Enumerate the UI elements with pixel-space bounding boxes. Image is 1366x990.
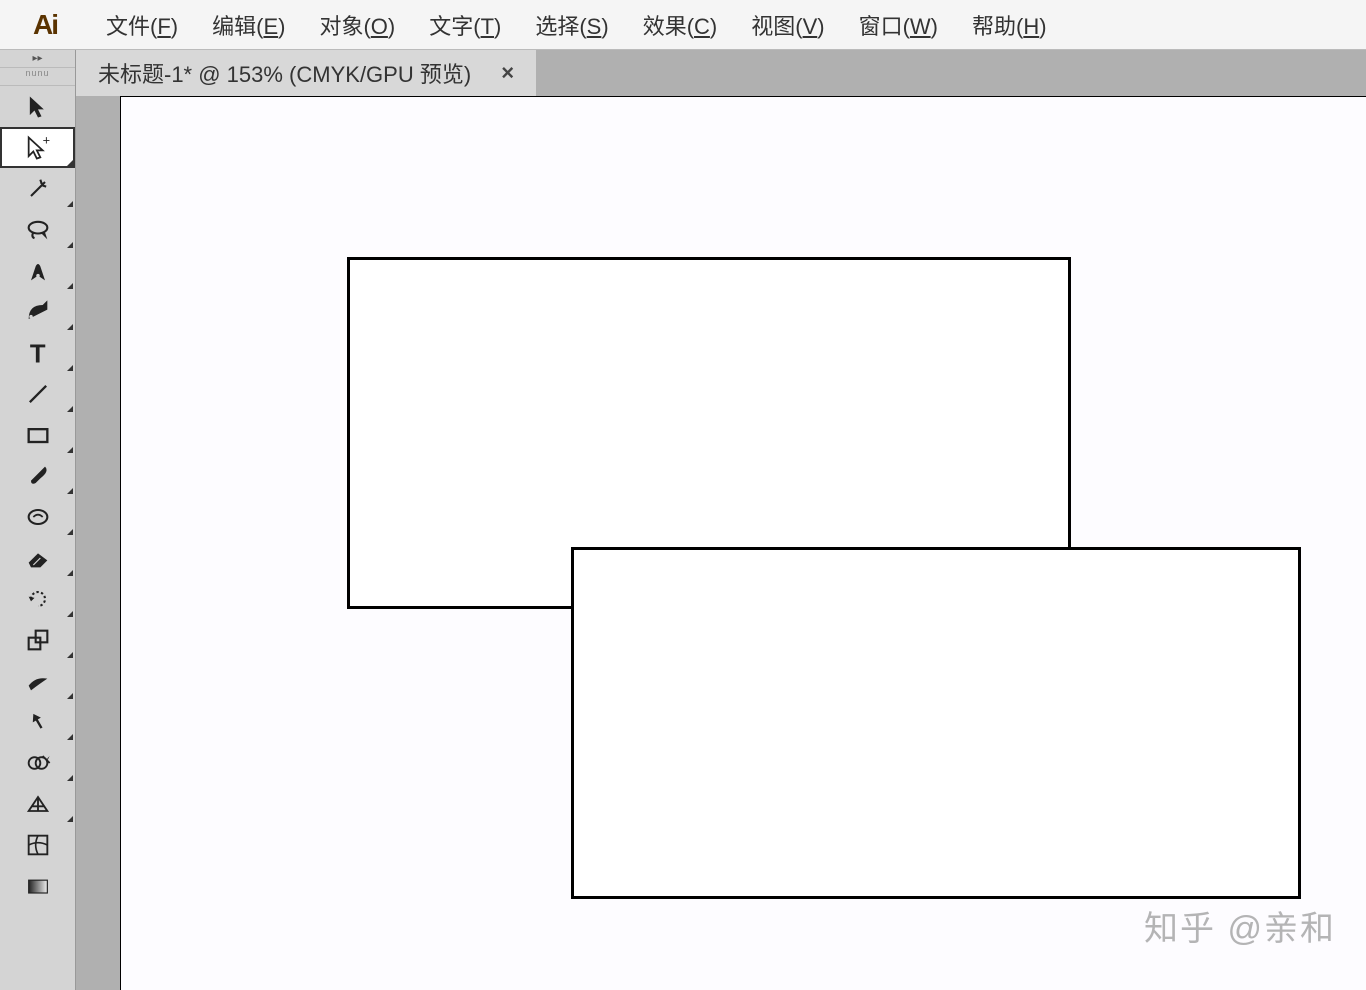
line-icon [24,380,52,408]
menu-file[interactable]: 文件(F) [106,9,178,41]
menu-effect[interactable]: 效果(C) [643,9,718,41]
shaper-tool[interactable] [0,496,75,537]
magic-wand-tool[interactable] [0,168,75,209]
document-tab-bar: 未标题-1* @ 153% (CMYK/GPU 预览) × [76,50,1366,96]
rectangle-icon [24,421,52,449]
brush-icon [24,462,52,490]
rectangle-tool[interactable] [0,414,75,455]
eraser-tool[interactable] [0,537,75,578]
toolbox-panel: ▸▸ nunu + T [0,50,76,990]
watermark-text: 知乎 @亲和 [1144,901,1336,950]
perspective-icon [24,790,52,818]
direct-select-icon: + [24,134,52,162]
eraser-icon [24,544,52,572]
menu-items: 文件(F) 编辑(E) 对象(O) 文字(T) 选择(S) 效果(C) 视图(V… [90,9,1047,41]
scale-tool[interactable] [0,619,75,660]
line-segment-tool[interactable] [0,373,75,414]
dock-toggle-icon[interactable]: ▸▸ [0,50,75,68]
pen-tool[interactable] [0,250,75,291]
shaper-icon [24,503,52,531]
artboard[interactable]: 知乎 @亲和 [120,96,1366,990]
pen-icon [24,257,52,285]
lasso-tool[interactable] [0,209,75,250]
shape-builder-icon [24,749,52,777]
menu-object[interactable]: 对象(O) [319,9,395,41]
menu-select[interactable]: 选择(S) [535,9,608,41]
width-tool[interactable] [0,660,75,701]
svg-text:+: + [42,134,50,148]
toolbox-strip-label: nunu [0,68,75,86]
svg-text:T: T [29,340,45,367]
selection-tool[interactable] [0,86,75,127]
paintbrush-tool[interactable] [0,455,75,496]
curvature-tool[interactable] [0,291,75,332]
canvas-viewport[interactable]: 知乎 @亲和 [76,96,1366,990]
menu-help[interactable]: 帮助(H) [972,9,1047,41]
menu-view[interactable]: 视图(V) [751,9,824,41]
menu-edit[interactable]: 编辑(E) [212,9,285,41]
perspective-grid-tool[interactable] [0,783,75,824]
type-icon: T [24,339,52,367]
type-tool[interactable]: T [0,332,75,373]
scale-icon [24,626,52,654]
gradient-tool[interactable] [0,865,75,906]
cursor-icon [24,93,52,121]
document-tab[interactable]: 未标题-1* @ 153% (CMYK/GPU 预览) × [76,50,536,96]
app-logo-icon: Ai [0,9,90,41]
rotate-tool[interactable] [0,578,75,619]
mesh-icon [24,831,52,859]
gradient-icon [24,872,52,900]
lasso-icon [24,216,52,244]
menu-type[interactable]: 文字(T) [429,9,501,41]
rectangle-shape-2[interactable] [571,547,1301,899]
curvature-icon [24,298,52,326]
mesh-tool[interactable] [0,824,75,865]
direct-selection-tool[interactable]: + [0,127,75,168]
pin-icon [24,708,52,736]
document-tab-title: 未标题-1* @ 153% (CMYK/GPU 预览) [98,57,471,89]
close-tab-icon[interactable]: × [501,60,514,86]
wand-icon [24,175,52,203]
rotate-icon [24,585,52,613]
menu-window[interactable]: 窗口(W) [859,9,938,41]
free-transform-tool[interactable] [0,701,75,742]
shape-builder-tool[interactable] [0,742,75,783]
width-icon [24,667,52,695]
menu-bar: Ai 文件(F) 编辑(E) 对象(O) 文字(T) 选择(S) 效果(C) 视… [0,0,1366,50]
